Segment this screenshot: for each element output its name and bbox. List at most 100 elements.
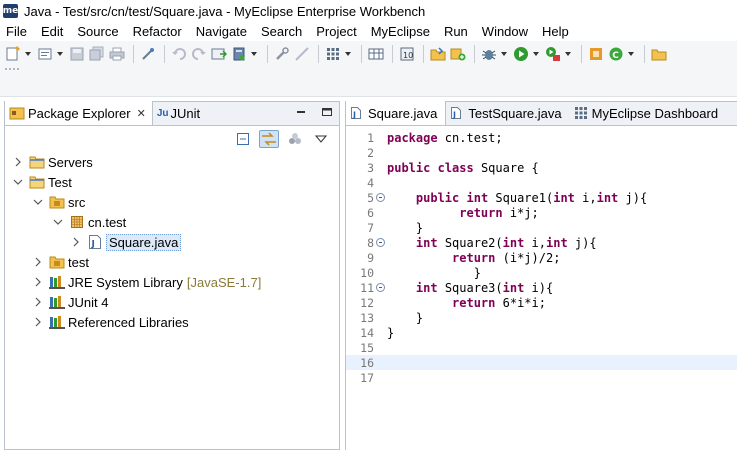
debug-dropdown-icon[interactable]	[500, 45, 508, 63]
code-line[interactable]: 9 return (i*j)/2;	[346, 250, 737, 265]
grid-dropdown-icon[interactable]	[344, 45, 352, 63]
code-line[interactable]: 10 }	[346, 265, 737, 280]
chevron-down-icon[interactable]	[53, 217, 63, 227]
new-dropdown-icon[interactable]	[24, 45, 32, 63]
code-line[interactable]: 13 }	[346, 310, 737, 325]
toggle-mark-occurrences-icon[interactable]	[139, 45, 157, 63]
server-dropdown-icon[interactable]	[250, 45, 258, 63]
tree-item-servers[interactable]: Servers	[5, 152, 339, 172]
tools-icon[interactable]	[273, 45, 291, 63]
fold-collapse-icon[interactable]	[376, 282, 385, 292]
print-icon[interactable]	[108, 45, 126, 63]
tab-square-java[interactable]: J Square.java	[346, 101, 447, 125]
chevron-down-icon[interactable]	[13, 177, 23, 187]
close-icon[interactable]: ✕	[137, 107, 146, 120]
code-line[interactable]: 8 int Square2(int i,int j){	[346, 235, 737, 250]
code-line[interactable]: 4	[346, 175, 737, 190]
code-line[interactable]: 6 return i*j;	[346, 205, 737, 220]
run-icon[interactable]	[512, 45, 530, 63]
new-java-package-icon[interactable]	[449, 45, 467, 63]
code-line[interactable]: 2	[346, 145, 737, 160]
code-line[interactable]: 1 package cn.test;	[346, 130, 737, 145]
tree-item-jre-system-library[interactable]: JRE System Library [JavaSE-1.7]	[5, 272, 339, 292]
menu-help[interactable]: Help	[535, 24, 576, 39]
code-line[interactable]: 3 public class Square {	[346, 160, 737, 175]
menu-file[interactable]: File	[0, 24, 34, 39]
open-type-icon[interactable]: 10	[398, 45, 416, 63]
save-icon[interactable]	[68, 45, 86, 63]
code-line[interactable]: 12 return 6*i*i;	[346, 295, 737, 310]
java-perspective-icon[interactable]	[293, 45, 311, 63]
menu-source[interactable]: Source	[70, 24, 125, 39]
table-icon[interactable]	[367, 45, 385, 63]
run-dropdown-icon[interactable]	[532, 45, 540, 63]
fold-collapse-icon[interactable]	[376, 192, 385, 202]
open-resource-icon[interactable]	[650, 45, 668, 63]
menu-refactor[interactable]: Refactor	[126, 24, 189, 39]
collapse-all-icon[interactable]	[233, 130, 253, 148]
fold-collapse-icon[interactable]	[376, 237, 385, 247]
open-folder-icon[interactable]	[429, 45, 447, 63]
code-text: return (i*j)/2;	[452, 250, 561, 265]
chevron-right-icon[interactable]	[33, 317, 43, 327]
code-text: int Square2(int i,int j){	[415, 235, 597, 250]
redo-icon[interactable]	[190, 45, 208, 63]
tree-item-label: cn.test	[88, 214, 127, 230]
menu-project[interactable]: Project	[309, 24, 363, 39]
code-line[interactable]: 15	[346, 340, 737, 355]
new-java-class-icon[interactable]: C	[607, 45, 625, 63]
save-all-icon[interactable]	[88, 45, 106, 63]
code-line[interactable]: 16	[346, 355, 737, 370]
chevron-right-icon[interactable]	[71, 237, 81, 247]
new-project-icon[interactable]	[36, 45, 54, 63]
link-with-editor-icon[interactable]	[259, 130, 279, 148]
chevron-right-icon[interactable]	[33, 297, 43, 307]
grid-icon[interactable]	[324, 45, 342, 63]
tree-item-square-java[interactable]: J Square.java	[5, 232, 339, 252]
tab-package-explorer[interactable]: Package Explorer ✕	[5, 101, 153, 125]
server-icon[interactable]	[230, 45, 248, 63]
minimize-icon[interactable]	[295, 106, 307, 118]
code-line[interactable]: 17	[346, 370, 737, 385]
deploy-icon[interactable]	[210, 45, 228, 63]
menu-navigate[interactable]: Navigate	[189, 24, 254, 39]
new-icon[interactable]	[4, 45, 22, 63]
code-text: }	[387, 310, 424, 325]
tab-myeclipse-dashboard[interactable]: MyEclipse Dashboard	[570, 101, 726, 125]
menu-window[interactable]: Window	[475, 24, 535, 39]
chevron-right-icon[interactable]	[33, 277, 43, 287]
code-line[interactable]: 5 public int Square1(int i,int j){	[346, 190, 737, 205]
chevron-down-icon[interactable]	[33, 197, 43, 207]
focus-on-active-task-icon[interactable]	[285, 130, 305, 148]
menu-edit[interactable]: Edit	[34, 24, 70, 39]
tree-item-test-project[interactable]: Test	[5, 172, 339, 192]
code-line[interactable]: 7 }	[346, 220, 737, 235]
code-line[interactable]: 14}	[346, 325, 737, 340]
chevron-right-icon[interactable]	[13, 157, 23, 167]
maximize-icon[interactable]	[321, 106, 333, 118]
tree-item-referenced-libraries[interactable]: Referenced Libraries	[5, 312, 339, 332]
tree-item-src[interactable]: src	[5, 192, 339, 212]
view-menu-icon[interactable]	[311, 130, 331, 148]
myeclipse-logo-icon[interactable]: me	[3, 4, 18, 18]
run-external-tools-icon[interactable]	[544, 45, 562, 63]
new-class-icon[interactable]	[587, 45, 605, 63]
toolbar-grip-icon[interactable]	[4, 67, 20, 71]
code-line[interactable]: 11 int Square3(int i){	[346, 280, 737, 295]
chevron-right-icon[interactable]	[33, 257, 43, 267]
menu-search[interactable]: Search	[254, 24, 309, 39]
undo-icon[interactable]	[170, 45, 188, 63]
run-external-dropdown-icon[interactable]	[564, 45, 572, 63]
menu-run[interactable]: Run	[437, 24, 475, 39]
tab-testsquare-java[interactable]: J TestSquare.java	[446, 101, 569, 125]
tree-item-junit-4[interactable]: JUnit 4	[5, 292, 339, 312]
tree-item-test-folder[interactable]: test	[5, 252, 339, 272]
toolbar-separator	[423, 45, 424, 63]
new-class-dropdown-icon[interactable]	[627, 45, 635, 63]
new-project-dropdown-icon[interactable]	[56, 45, 64, 63]
menu-myeclipse[interactable]: MyEclipse	[364, 24, 437, 39]
tab-junit[interactable]: Ju JUnit	[153, 101, 206, 125]
debug-icon[interactable]	[480, 45, 498, 63]
code-text-area[interactable]: 1 package cn.test; 2 3 public class Square {…	[346, 126, 737, 450]
tree-item-package-cn-test[interactable]: cn.test	[5, 212, 339, 232]
